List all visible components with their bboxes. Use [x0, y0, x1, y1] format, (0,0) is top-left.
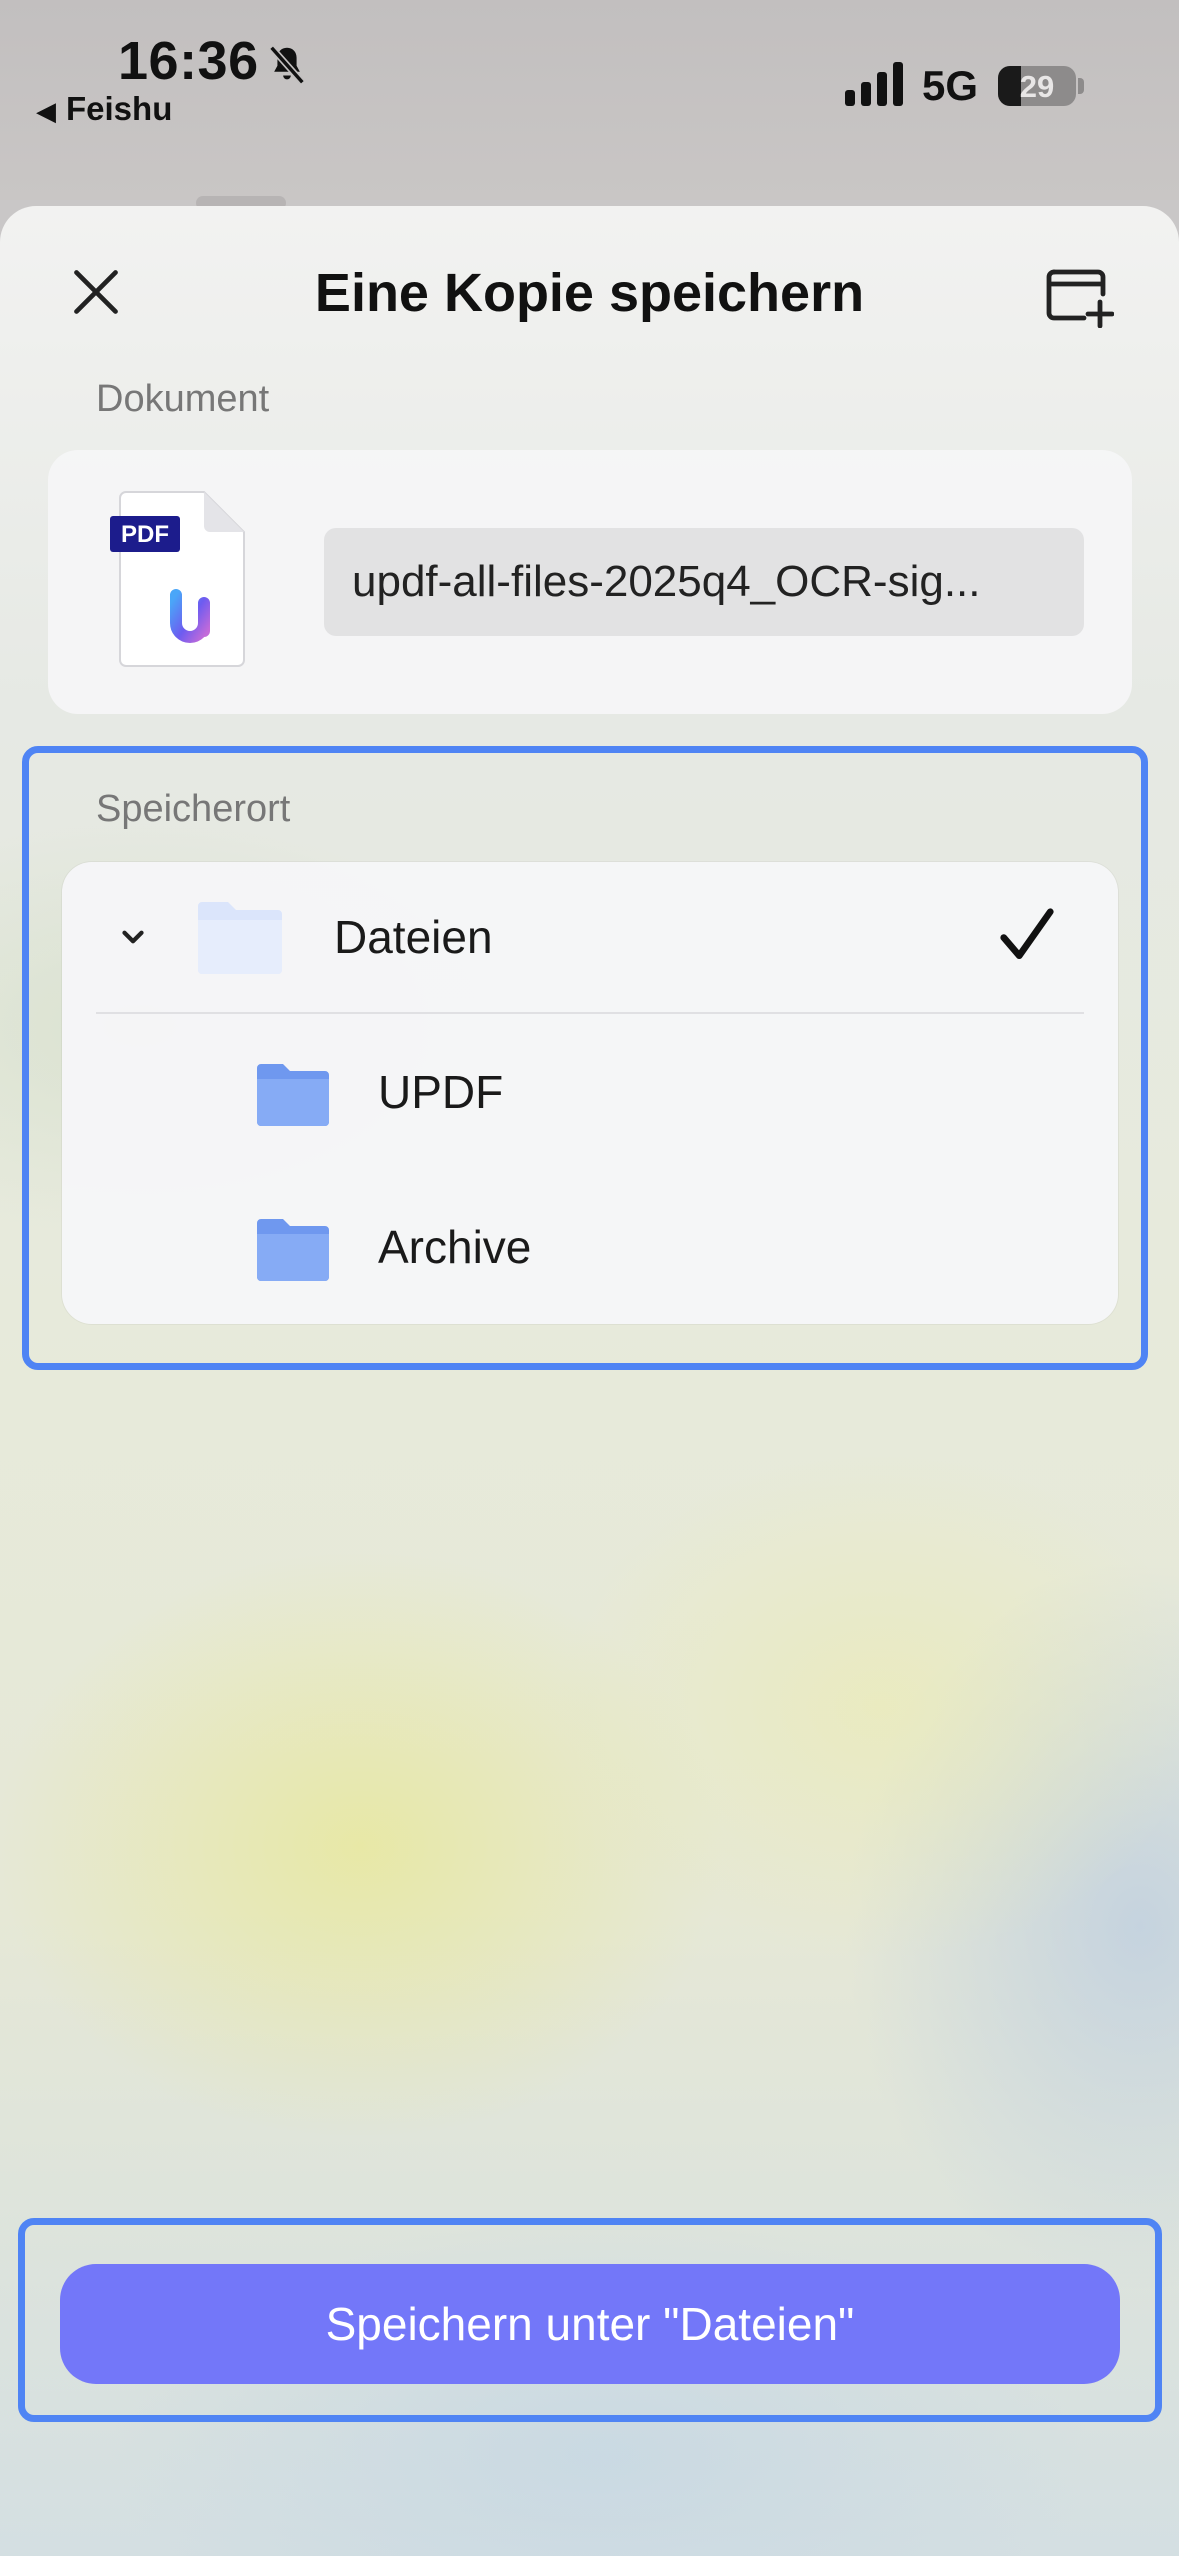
battery-percent: 29: [1019, 69, 1055, 104]
file-name-field[interactable]: updf-all-files-2025q4_OCR-sig...: [324, 528, 1084, 636]
document-section-label: Dokument: [96, 378, 270, 420]
back-app-label: Feishu: [66, 90, 173, 127]
save-button[interactable]: Speichern unter "Dateien": [60, 2264, 1120, 2384]
back-to-app-link[interactable]: ◀ Feishu: [36, 90, 172, 128]
folder-row-dateien[interactable]: Dateien: [62, 862, 1118, 1014]
save-copy-sheet: Eine Kopie speichern Dokument PDF updf-a…: [0, 206, 1179, 2556]
folder-row-updf[interactable]: UPDF: [62, 1017, 1118, 1167]
location-section-label: Speicherort: [96, 788, 291, 830]
checkmark-icon: [1000, 908, 1054, 960]
battery-tip: [1078, 78, 1084, 94]
folder-name-dateien: Dateien: [334, 911, 493, 963]
network-type: 5G: [922, 62, 979, 109]
status-bar: 16:36 ◀ Feishu 5G 29: [0, 0, 1179, 200]
folder-icon: [257, 1064, 329, 1126]
cellular-signal-icon: [845, 62, 903, 106]
document-card: PDF updf-all-files-2025q4_OCR-sig...: [48, 450, 1132, 714]
location-card: Dateien UPDF Archive: [62, 862, 1118, 1324]
pdf-file-icon: PDF: [110, 491, 245, 667]
sheet-title: Eine Kopie speichern: [314, 263, 865, 323]
bell-off-icon: [269, 45, 305, 85]
battery-icon: 29: [998, 66, 1076, 106]
new-folder-icon[interactable]: [1046, 260, 1114, 328]
back-triangle-icon: ◀: [36, 96, 56, 126]
folder-name-updf: UPDF: [378, 1066, 504, 1118]
folder-name-archive: Archive: [378, 1221, 532, 1273]
status-time: 16:36: [118, 31, 259, 91]
pdf-badge-text: PDF: [121, 521, 169, 548]
folder-icon: [257, 1219, 329, 1281]
row-divider: [96, 1012, 1084, 1014]
chevron-down-icon[interactable]: [116, 920, 150, 954]
folder-icon: [198, 902, 282, 974]
folder-row-archive[interactable]: Archive: [62, 1172, 1118, 1322]
